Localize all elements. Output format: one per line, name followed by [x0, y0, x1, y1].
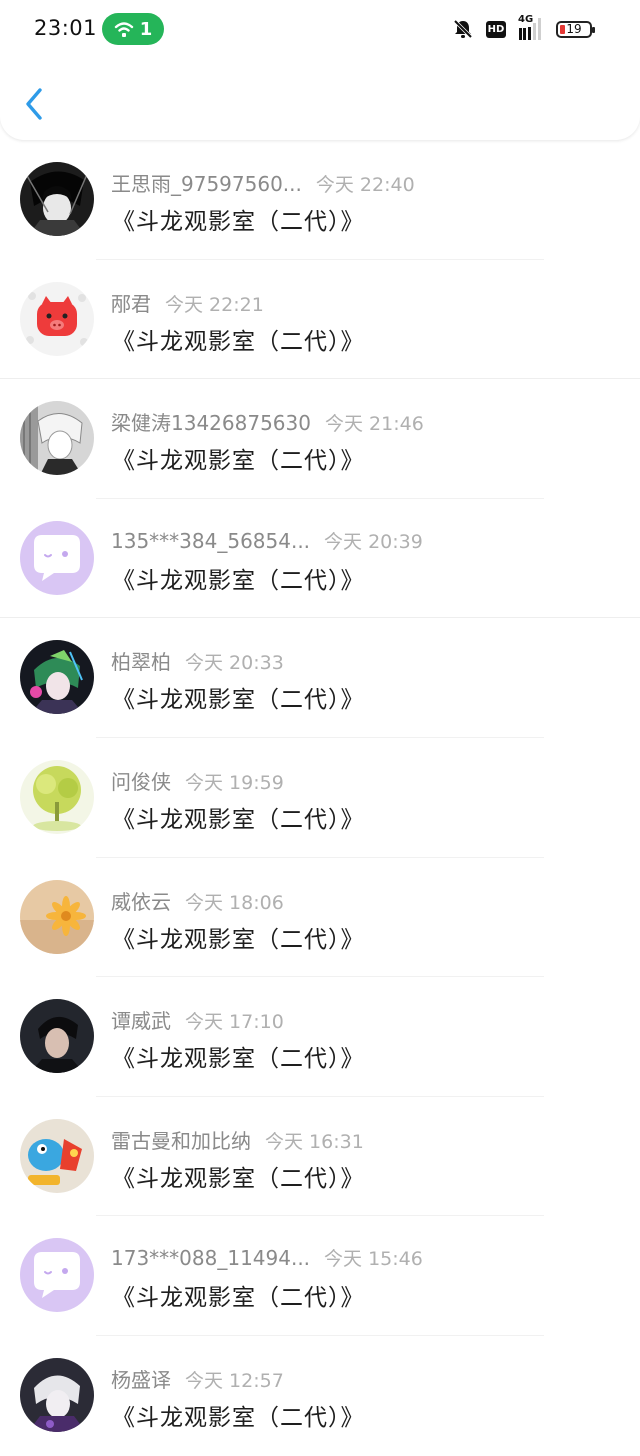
item-meta: 梁健涛13426875630 今天 21:46 — [111, 407, 424, 436]
list-item[interactable]: 雷古曼和加比纳 今天 16:31 《斗龙观影室（二代）》 — [0, 1097, 640, 1217]
wifi-icon — [114, 22, 133, 37]
bell-muted-icon — [453, 19, 473, 39]
item-time: 今天 16:31 — [265, 1130, 364, 1153]
sender-name: 邴君 — [111, 291, 151, 316]
avatar — [20, 1357, 94, 1432]
item-time: 今天 20:39 — [324, 530, 423, 553]
status-icons: HD 4G 19 — [452, 14, 595, 43]
sender-name: 问俊侠 — [111, 769, 171, 794]
sender-name: 威依云 — [111, 889, 171, 914]
item-time: 今天 22:21 — [165, 293, 264, 316]
avatar — [20, 401, 94, 476]
sender-name: 梁健涛13426875630 — [111, 411, 311, 436]
item-time: 今天 18:06 — [185, 891, 284, 914]
item-meta: 谭威武 今天 17:10 — [111, 1005, 284, 1034]
message-list: 王思雨_97597560... 今天 22:40 《斗龙观影室（二代）》 邴君 今天… — [0, 140, 640, 1456]
avatar — [20, 162, 94, 236]
list-item[interactable]: 173***088_11494... 今天 15:46 《斗龙观影室（二代）》 — [0, 1216, 640, 1336]
item-message: 《斗龙观影室（二代）》 — [112, 567, 365, 594]
sender-name: 谭威武 — [111, 1009, 171, 1034]
sender-name: 柏翠柏 — [111, 650, 171, 675]
item-meta: 雷古曼和加比纳 今天 16:31 — [111, 1125, 364, 1153]
avatar — [20, 879, 94, 954]
list-item[interactable]: 梁健涛13426875630 今天 21:46 《斗龙观影室（二代）》 — [0, 379, 640, 499]
wifi-count: 1 — [139, 18, 153, 40]
item-time: 今天 12:57 — [185, 1369, 284, 1392]
item-meta: 问俊侠 今天 19:59 — [111, 766, 284, 794]
item-message: 《斗龙观影室（二代）》 — [112, 1165, 365, 1192]
hd-badge: HD — [486, 20, 506, 38]
sender-name: 雷古曼和加比纳 — [111, 1128, 251, 1153]
item-message: 《斗龙观影室（二代）》 — [112, 1285, 365, 1312]
chevron-left-icon — [26, 88, 42, 120]
list-item[interactable]: 杨盛译 今天 12:57 《斗龙观影室（二代）》 — [0, 1336, 640, 1456]
item-meta: 王思雨_97597560... 今天 22:40 — [111, 168, 415, 196]
sender-name: 173***088_11494... — [111, 1246, 311, 1271]
item-meta: 柏翠柏 今天 20:33 — [111, 646, 284, 675]
item-time: 今天 20:33 — [185, 652, 284, 675]
item-time: 今天 21:46 — [324, 413, 424, 436]
item-time: 今天 19:59 — [185, 771, 284, 794]
item-meta: 173***088_11494... 今天 15:46 — [111, 1244, 423, 1270]
top-header: 23:01 1 HD 4G 19 — [0, 0, 640, 140]
avatar — [20, 759, 94, 834]
list-item[interactable]: 威依云 今天 18:06 《斗龙观影室（二代）》 — [0, 858, 640, 978]
item-time: 今天 17:10 — [185, 1011, 284, 1034]
item-meta: 邴君 今天 22:21 — [111, 288, 264, 316]
avatar — [20, 640, 94, 715]
avatar — [20, 999, 94, 1074]
item-message: 《斗龙观影室（二代）》 — [112, 448, 365, 475]
item-message: 《斗龙观影室（二代）》 — [112, 926, 365, 953]
signal-icon: 4G — [518, 14, 544, 41]
sender-name: 王思雨_97597560... — [111, 172, 302, 196]
status-bar: 23:01 1 HD 4G 19 — [0, 0, 640, 58]
list-item[interactable]: 邴君 今天 22:21 《斗龙观影室（二代）》 — [0, 260, 640, 380]
wifi-hotspot-badge[interactable]: 1 — [102, 13, 164, 45]
item-message: 《斗龙观影室（二代）》 — [112, 209, 365, 235]
status-time: 23:01 — [34, 16, 98, 40]
battery-level: 19 — [566, 22, 582, 36]
item-time: 今天 15:46 — [324, 1248, 423, 1271]
item-message: 《斗龙观影室（二代）》 — [112, 1404, 365, 1431]
avatar — [20, 1238, 94, 1313]
item-meta: 杨盛译 今天 12:57 — [111, 1364, 284, 1392]
list-item[interactable]: 问俊侠 今天 19:59 《斗龙观影室（二代）》 — [0, 738, 640, 858]
battery-icon: 19 — [556, 20, 595, 38]
list-item[interactable]: 谭威武 今天 17:10 《斗龙观影室（二代）》 — [0, 977, 640, 1097]
item-time: 今天 22:40 — [315, 174, 415, 196]
item-message: 《斗龙观影室（二代）》 — [112, 328, 365, 355]
item-message: 《斗龙观影室（二代）》 — [112, 1046, 365, 1073]
item-meta: 135***384_56854... 今天 20:39 — [111, 527, 423, 553]
item-meta: 威依云 今天 18:06 — [111, 886, 284, 914]
list-item[interactable]: 135***384_56854... 今天 20:39 《斗龙观影室（二代）》 — [0, 499, 640, 619]
list-item[interactable]: 王思雨_97597560... 今天 22:40 《斗龙观影室（二代）》 — [0, 140, 640, 260]
sender-name: 杨盛译 — [111, 1367, 171, 1392]
network-type-label: 4G — [518, 14, 534, 25]
avatar — [20, 1118, 94, 1193]
avatar — [20, 520, 94, 595]
item-message: 《斗龙观影室（二代）》 — [112, 806, 365, 833]
item-message: 《斗龙观影室（二代）》 — [112, 687, 365, 714]
list-item[interactable]: 柏翠柏 今天 20:33 《斗龙观影室（二代）》 — [0, 618, 640, 738]
avatar — [20, 281, 94, 356]
sender-name: 135***384_56854... — [111, 528, 311, 553]
back-button[interactable] — [20, 84, 52, 124]
